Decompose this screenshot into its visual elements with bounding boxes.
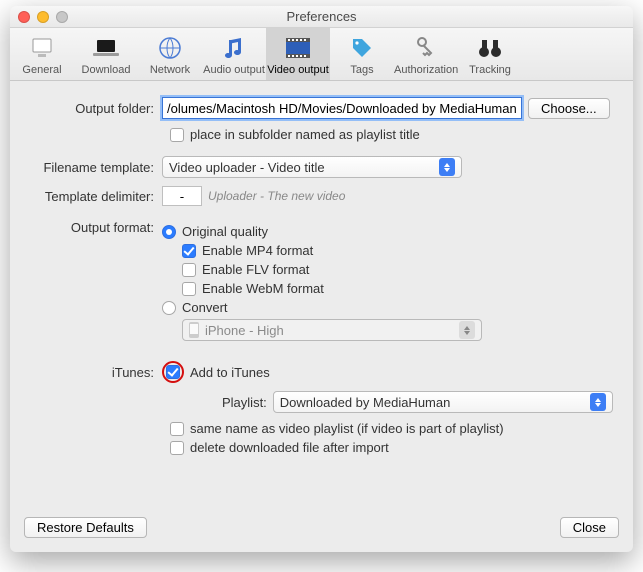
window-zoom-btn <box>56 11 68 23</box>
enable-webm-label: Enable WebM format <box>202 281 324 296</box>
monitor-icon <box>10 34 74 62</box>
phone-icon <box>189 322 199 338</box>
tab-label: Tags <box>350 64 373 76</box>
convert-radio[interactable] <box>162 301 176 315</box>
footer: Restore Defaults Close <box>10 509 633 552</box>
tab-label: Authorization <box>394 64 458 76</box>
original-quality-radio[interactable] <box>162 225 176 239</box>
enable-mp4-label: Enable MP4 format <box>202 243 313 258</box>
subfolder-checkbox[interactable] <box>170 128 184 142</box>
preferences-window: Preferences General Download Network Aud… <box>10 6 633 552</box>
playlist-label: Playlist: <box>222 395 267 410</box>
delete-after-label: delete downloaded file after import <box>190 440 389 455</box>
tab-authorization[interactable]: Authorization <box>394 28 458 80</box>
tab-label: Network <box>150 64 190 76</box>
delimiter-hint: Uploader - The new video <box>208 189 345 203</box>
playlist-value: Downloaded by MediaHuman <box>280 395 451 410</box>
output-format-label: Output format: <box>30 220 162 235</box>
filename-template-select[interactable]: Video uploader - Video title <box>162 156 462 178</box>
enable-mp4-checkbox[interactable] <box>182 244 196 258</box>
tag-icon <box>330 34 394 62</box>
tab-label: Audio output <box>203 64 265 76</box>
tab-tracking[interactable]: Tracking <box>458 28 522 80</box>
binoculars-icon <box>458 34 522 62</box>
playlist-select[interactable]: Downloaded by MediaHuman <box>273 391 613 413</box>
template-delimiter-label: Template delimiter: <box>30 189 162 204</box>
tab-network[interactable]: Network <box>138 28 202 80</box>
delete-after-checkbox[interactable] <box>170 441 184 455</box>
add-to-itunes-checkbox[interactable] <box>166 365 180 379</box>
tab-video-output[interactable]: Video output <box>266 28 330 80</box>
window-minimize-btn[interactable] <box>37 11 49 23</box>
output-folder-input[interactable] <box>162 97 522 119</box>
original-quality-label: Original quality <box>182 224 268 239</box>
enable-flv-checkbox[interactable] <box>182 263 196 277</box>
chevron-updown-icon <box>459 321 475 339</box>
film-icon <box>266 34 330 62</box>
choose-button[interactable]: Choose... <box>528 98 610 119</box>
titlebar: Preferences <box>10 6 633 28</box>
chevron-updown-icon <box>590 393 606 411</box>
enable-flv-label: Enable FLV format <box>202 262 309 277</box>
laptop-icon <box>74 34 138 62</box>
filename-template-value: Video uploader - Video title <box>169 160 325 175</box>
tab-label: General <box>22 64 61 76</box>
toolbar: General Download Network Audio output Vi… <box>10 28 633 81</box>
convert-preset-value: iPhone - High <box>205 323 284 338</box>
chevron-updown-icon <box>439 158 455 176</box>
enable-webm-checkbox[interactable] <box>182 282 196 296</box>
tab-audio-output[interactable]: Audio output <box>202 28 266 80</box>
tab-download[interactable]: Download <box>74 28 138 80</box>
tab-general[interactable]: General <box>10 28 74 80</box>
highlight-circle <box>162 361 184 383</box>
add-to-itunes-label: Add to iTunes <box>190 365 270 380</box>
tab-label: Video output <box>267 64 329 76</box>
window-close-btn[interactable] <box>18 11 30 23</box>
music-note-icon <box>202 34 266 62</box>
same-name-checkbox[interactable] <box>170 422 184 436</box>
tab-label: Tracking <box>469 64 511 76</box>
subfolder-label: place in subfolder named as playlist tit… <box>190 127 420 142</box>
content: Output folder: Choose... place in subfol… <box>10 81 633 509</box>
window-title: Preferences <box>10 6 633 28</box>
keys-icon <box>394 34 458 62</box>
itunes-label: iTunes: <box>30 365 162 380</box>
tab-tags[interactable]: Tags <box>330 28 394 80</box>
same-name-label: same name as video playlist (if video is… <box>190 421 504 436</box>
delimiter-input[interactable] <box>162 186 202 206</box>
globe-icon <box>138 34 202 62</box>
output-folder-label: Output folder: <box>30 101 162 116</box>
filename-template-label: Filename template: <box>30 160 162 175</box>
convert-label: Convert <box>182 300 228 315</box>
restore-defaults-button[interactable]: Restore Defaults <box>24 517 147 538</box>
close-button[interactable]: Close <box>560 517 619 538</box>
tab-label: Download <box>82 64 131 76</box>
convert-preset-select: iPhone - High <box>182 319 482 341</box>
